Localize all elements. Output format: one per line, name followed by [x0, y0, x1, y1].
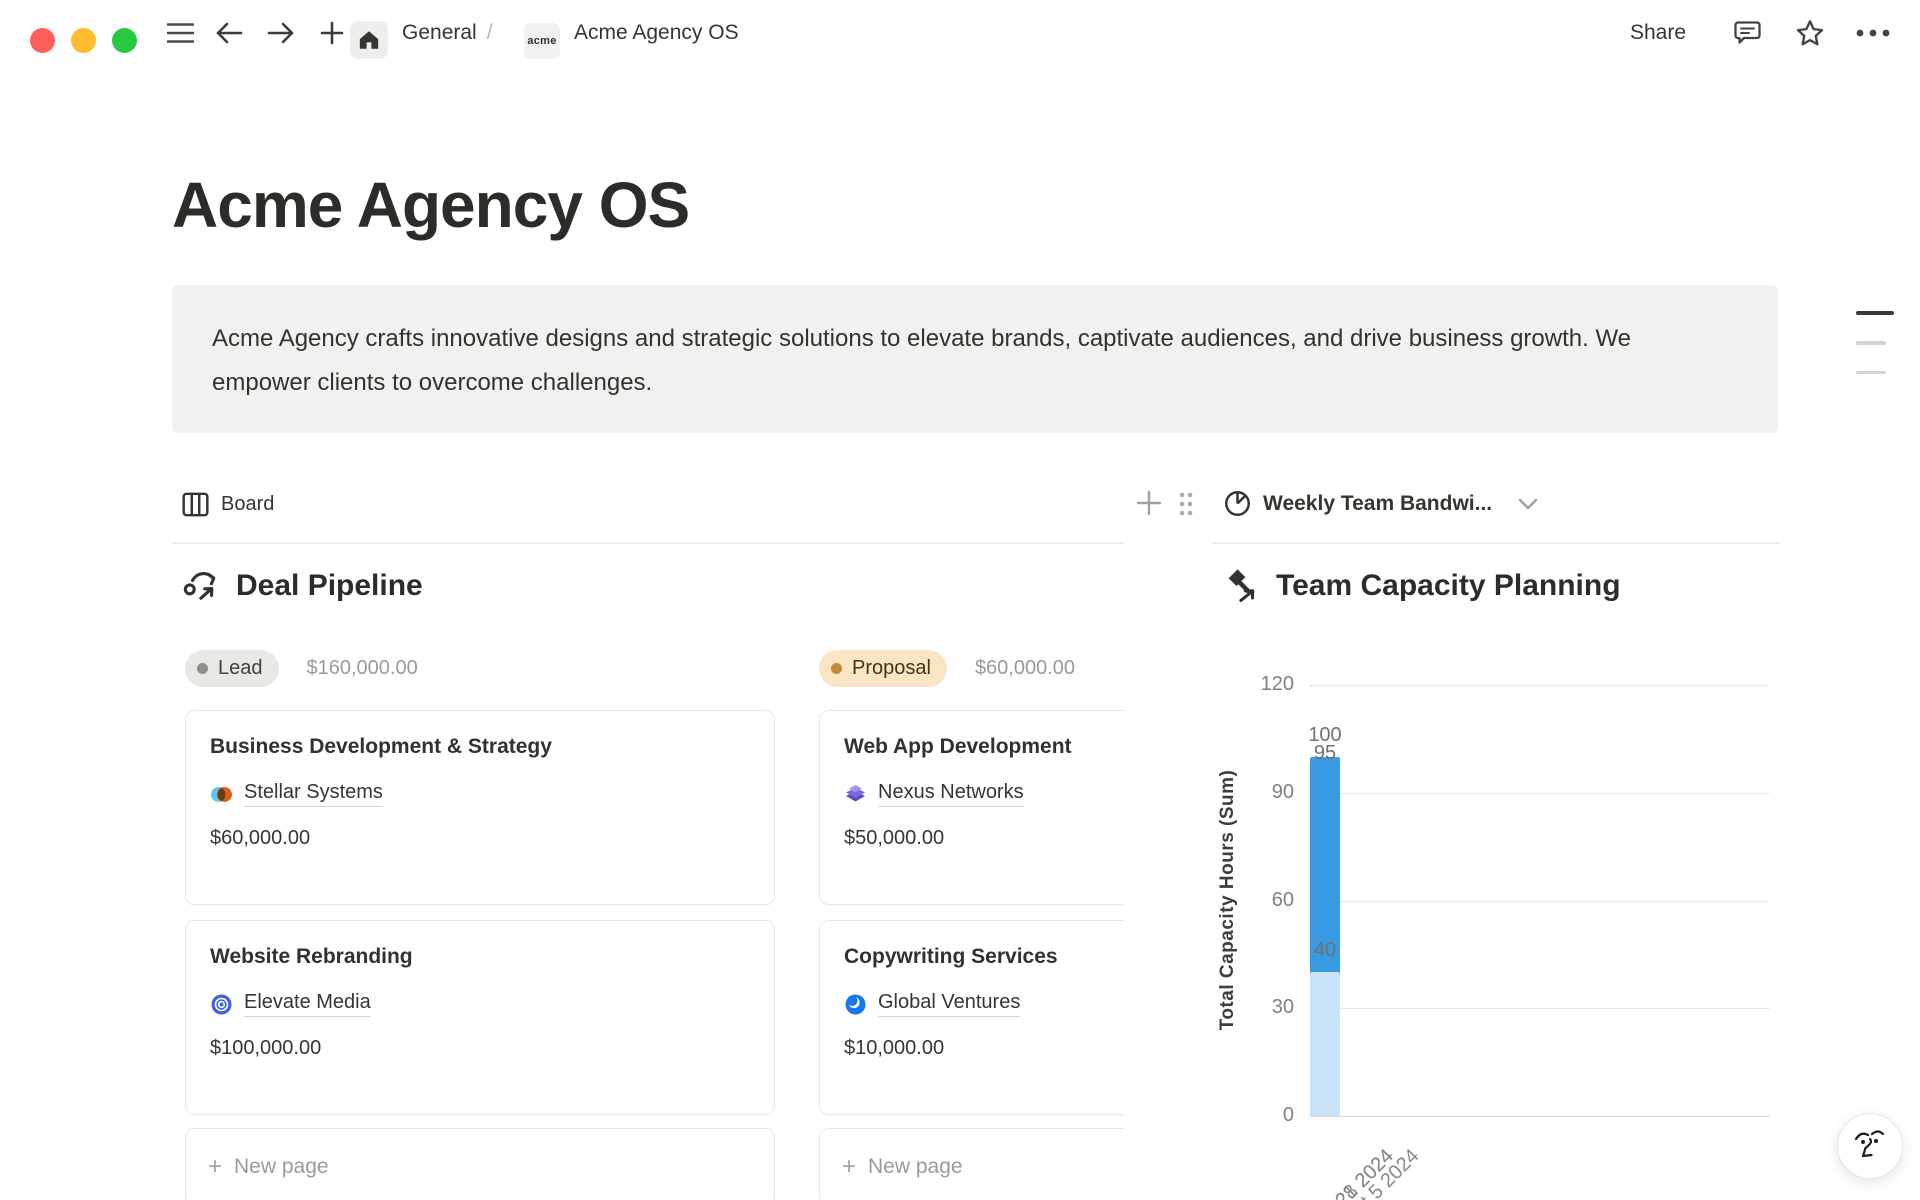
deal-amount: $10,000.00 [844, 1037, 1124, 1060]
lead-column-header: Lead $160,000.00 [185, 650, 418, 687]
client-link[interactable]: Nexus Networks [878, 781, 1024, 807]
share-button[interactable]: Share [1630, 0, 1686, 66]
proposal-column-header: Proposal $60,000.00 [819, 650, 1075, 687]
y-tick: 30 [1234, 996, 1294, 1019]
y-tick: 0 [1234, 1104, 1294, 1127]
favorite-star-icon[interactable] [1788, 0, 1832, 66]
drag-handle-icon[interactable] [1178, 491, 1194, 517]
team-capacity-heading: Team Capacity Planning [1222, 566, 1621, 606]
window-close-button[interactable] [30, 28, 55, 53]
ai-face-icon [1852, 1126, 1888, 1166]
view-tab-board[interactable]: Board [182, 492, 274, 517]
pie-chart-view-icon [1224, 490, 1251, 517]
status-pill-proposal: Proposal [819, 650, 947, 687]
deal-card-title: Web App Development [844, 735, 1124, 759]
bar-value-label: 40 [1285, 939, 1365, 962]
plus-icon: + [842, 1155, 856, 1179]
back-arrow-icon[interactable] [208, 0, 250, 66]
deal-amount: $100,000.00 [210, 1037, 750, 1060]
window-titlebar: General / acme Acme Agency OS Share [0, 0, 1920, 66]
breadcrumb-workspace[interactable]: General [402, 21, 477, 45]
team-capacity-title-text: Team Capacity Planning [1276, 569, 1621, 603]
column-sum: $60,000.00 [975, 657, 1075, 680]
deal-pipeline-heading: Deal Pipeline [182, 566, 423, 606]
deal-card-title: Business Development & Strategy [210, 735, 750, 759]
client-link[interactable]: Elevate Media [244, 991, 371, 1017]
callout-text: Acme Agency crafts innovative designs an… [212, 317, 1672, 405]
deal-card[interactable]: Website Rebranding Elevate Media $100,00… [185, 920, 775, 1115]
deal-amount: $60,000.00 [210, 827, 750, 850]
board-tab-label: Board [221, 493, 274, 516]
status-label: Lead [218, 657, 263, 680]
gridline-30: 30 [1310, 1008, 1770, 1009]
new-tab-plus-icon[interactable] [312, 0, 352, 66]
team-capacity-section: Weekly Team Bandwi... Team Capacity Plan… [1212, 478, 1780, 1200]
y-tick: 90 [1234, 781, 1294, 804]
x-axis-line: 0 [1310, 1116, 1770, 1117]
forward-arrow-icon[interactable] [260, 0, 302, 66]
stellar-systems-logo [210, 783, 233, 806]
notion-window: General / acme Acme Agency OS Share Acme… [0, 0, 1920, 1200]
deal-pipeline-title-text: Deal Pipeline [236, 569, 423, 603]
client-link[interactable]: Stellar Systems [244, 781, 383, 807]
home-icon[interactable] [350, 21, 388, 59]
callout-block: Acme Agency crafts innovative designs an… [172, 285, 1778, 433]
breadcrumb: General / [402, 0, 493, 66]
bar-week3: 40 [1310, 685, 1340, 1116]
elevate-media-logo [210, 993, 233, 1016]
gridline-60: 60 [1310, 901, 1770, 902]
bar-chart-plot-area: 120 90 60 30 0 100 95 40 21 2024 28 2024… [1310, 685, 1770, 1116]
deal-card-title: Website Rebranding [210, 945, 750, 969]
new-page-label: New page [868, 1155, 963, 1179]
table-of-contents-indicator[interactable] [1856, 311, 1900, 374]
new-page-button[interactable]: + New page [185, 1128, 775, 1200]
global-ventures-logo [844, 993, 867, 1016]
pipeline-status-icon [182, 566, 222, 606]
toc-item[interactable] [1856, 341, 1886, 345]
board-view-icon [182, 492, 209, 517]
status-dot [831, 663, 842, 674]
status-label: Proposal [852, 657, 931, 680]
new-page-button[interactable]: + New page [819, 1128, 1124, 1200]
breadcrumb-separator: / [487, 21, 493, 45]
y-tick: 120 [1234, 673, 1294, 696]
toc-item-active[interactable] [1856, 311, 1894, 315]
new-page-label: New page [234, 1155, 329, 1179]
more-options-ellipsis-icon[interactable] [1850, 0, 1896, 66]
plus-icon: + [208, 1155, 222, 1179]
client-link[interactable]: Global Ventures [878, 991, 1020, 1017]
hammer-icon [1222, 566, 1262, 606]
nexus-networks-logo [844, 783, 867, 806]
add-block-plus-icon[interactable] [1136, 490, 1162, 516]
column-sum: $160,000.00 [307, 657, 418, 680]
divider [172, 542, 1124, 544]
page-title: Acme Agency OS [172, 168, 689, 242]
page-icon-acme-logo[interactable]: acme [524, 23, 560, 59]
divider [1212, 542, 1780, 544]
notion-ai-button[interactable] [1837, 1113, 1903, 1179]
gridline-90: 90 [1310, 793, 1770, 794]
toc-item[interactable] [1856, 371, 1886, 375]
window-minimize-button[interactable] [71, 28, 96, 53]
comments-icon[interactable] [1726, 0, 1768, 66]
status-dot [197, 663, 208, 674]
deal-card[interactable]: Web App Development Nexus Networks $50,0… [819, 710, 1124, 905]
chevron-down-icon [1518, 497, 1538, 511]
window-zoom-button[interactable] [112, 28, 137, 53]
status-pill-lead: Lead [185, 650, 279, 687]
bar [1310, 972, 1340, 1116]
deal-card-title: Copywriting Services [844, 945, 1124, 969]
chart-view-selector[interactable]: Weekly Team Bandwi... [1224, 490, 1538, 517]
deal-card[interactable]: Copywriting Services Global Ventures $10… [819, 920, 1124, 1115]
deal-card[interactable]: Business Development & Strategy Stellar … [185, 710, 775, 905]
deal-pipeline-board-section: Board Deal Pipeline Lead $160,000.00 [172, 478, 1124, 1200]
view-selector-label: Weekly Team Bandwi... [1263, 492, 1492, 516]
y-tick: 60 [1234, 889, 1294, 912]
gridline-120: 120 [1310, 685, 1770, 686]
deal-amount: $50,000.00 [844, 827, 1124, 850]
sidebar-menu-icon[interactable] [160, 0, 200, 66]
breadcrumb-page[interactable]: Acme Agency OS [574, 0, 739, 66]
